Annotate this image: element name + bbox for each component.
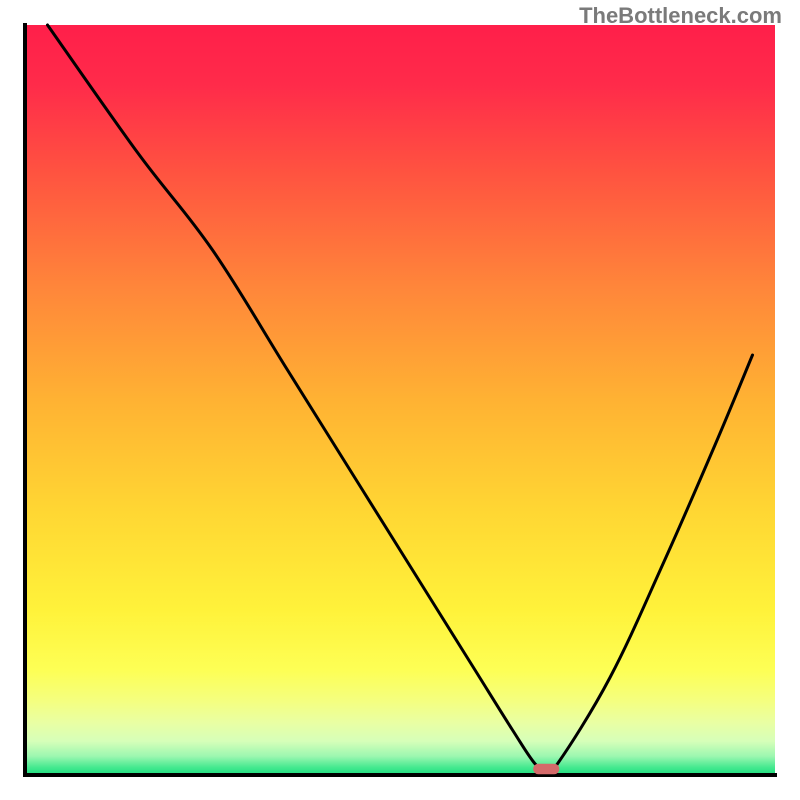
plot-area-gradient bbox=[25, 25, 775, 775]
chart-container: TheBottleneck.com bbox=[0, 0, 800, 800]
watermark-text: TheBottleneck.com bbox=[579, 3, 782, 29]
bottleneck-chart bbox=[0, 0, 800, 800]
optimal-point-marker bbox=[533, 764, 559, 775]
